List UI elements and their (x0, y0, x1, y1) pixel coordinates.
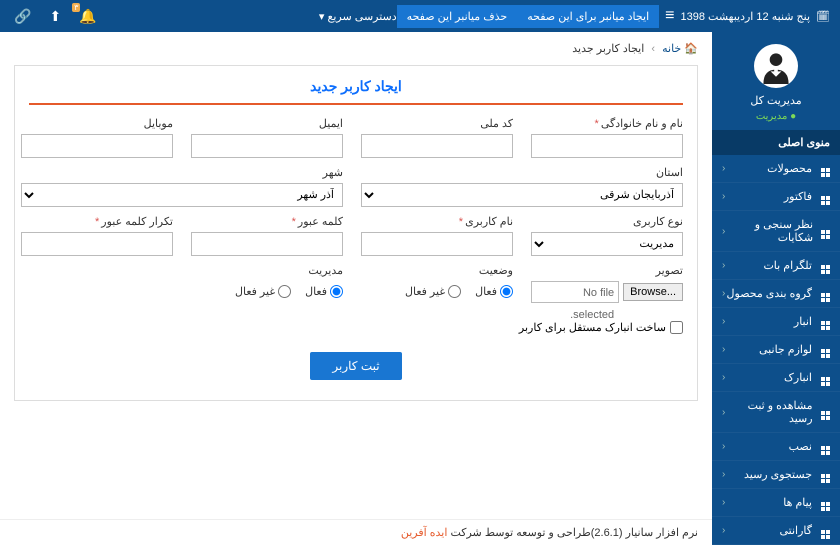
mgmt-inactive[interactable]: غیر فعال (235, 285, 291, 298)
breadcrumb-current: ایجاد کاربر جدید (572, 43, 644, 55)
main-content: 🏠 خانه › ایجاد کاربر جدید ایجاد کاربر جد… (0, 32, 712, 545)
chevron-left-icon: ‹ (722, 497, 725, 508)
label-national-code: کد ملی (361, 117, 513, 130)
label-username: نام کاربری* (361, 215, 513, 228)
label-password-repeat: تکرار کلمه عبور* (21, 215, 173, 228)
chevron-left-icon: ‹ (722, 163, 725, 174)
label-mobile: موبایل (21, 117, 173, 130)
label-province: استان (361, 166, 683, 179)
user-status: مدیریت (712, 111, 840, 122)
province-select[interactable]: آذربایجان شرقی (361, 183, 683, 207)
chevron-left-icon: ‹ (722, 344, 725, 355)
chevron-left-icon: ‹ (722, 441, 725, 452)
chevron-left-icon: ‹ (722, 226, 725, 237)
chevron-left-icon: ‹ (722, 469, 725, 480)
sidebar-item-12[interactable]: گارانتی‹ (712, 517, 840, 545)
grid-icon (819, 406, 830, 418)
username-input[interactable] (361, 232, 513, 256)
mgmt-active[interactable]: فعال (305, 285, 343, 298)
mobile-input[interactable] (21, 134, 173, 158)
label-city: شهر (21, 166, 343, 179)
email-input[interactable] (191, 134, 343, 158)
sidebar-item-1[interactable]: فاکتور‹ (712, 183, 840, 211)
label-fullname: نام و نام خانوادگی* (531, 117, 683, 130)
grid-icon (819, 225, 830, 237)
warehouse-label: ساخت انبارک مستقل برای کاربر (519, 321, 666, 334)
sidebar-item-3[interactable]: تلگرام بات‹ (712, 252, 840, 280)
national-code-input[interactable] (361, 134, 513, 158)
grid-icon (818, 525, 830, 537)
chevron-down-icon: ▾ (319, 11, 325, 23)
sidebar-item-7[interactable]: انبارک‹ (712, 364, 840, 392)
warehouse-checkbox[interactable] (670, 321, 683, 334)
page-title: ایجاد کاربر جدید (29, 70, 683, 103)
label-image: تصویر (531, 264, 683, 277)
label-password: کلمه عبور* (191, 215, 343, 228)
chevron-left-icon: ‹ (722, 288, 725, 299)
sidebar-item-4[interactable]: گروه بندی محصول‹ (712, 280, 840, 308)
grid-icon (818, 372, 830, 384)
sidebar-item-6[interactable]: لوازم جانبی‹ (712, 336, 840, 364)
upload-icon[interactable]: ⬆ (45, 6, 65, 27)
chevron-left-icon: ‹ (722, 372, 725, 383)
sidebar-item-5[interactable]: انبار‹ (712, 308, 840, 336)
quick-access-link[interactable]: دسترسی سریع ▾ (319, 10, 397, 23)
status-inactive[interactable]: غیر فعال (405, 285, 461, 298)
label-email: ایمیل (191, 117, 343, 130)
label-status: وضعیت (361, 264, 513, 277)
password-repeat-input[interactable] (21, 232, 173, 256)
grid-icon (818, 497, 830, 509)
create-shortcut-button[interactable]: ایجاد میانبر برای این صفحه (517, 5, 659, 28)
delete-shortcut-button[interactable]: حذف میانبر این صفحه (397, 5, 518, 28)
chevron-left-icon: ‹ (722, 316, 725, 327)
file-selected-text: No file selected. (531, 281, 619, 303)
sidebar: مدیریت کل مدیریت منوی اصلی محصولات‹فاکتو… (712, 32, 840, 545)
home-icon: 🏠 (684, 43, 698, 55)
fullname-input[interactable] (531, 134, 683, 158)
grid-icon (818, 260, 830, 272)
grid-icon (818, 191, 830, 203)
breadcrumb-home[interactable]: خانه (662, 43, 681, 55)
browse-button[interactable]: ...Browse (623, 283, 683, 301)
menu-header: منوی اصلی (712, 130, 840, 155)
grid-icon (818, 288, 830, 300)
chevron-left-icon: ‹ (722, 260, 725, 271)
submit-button[interactable]: ثبت کاربر (310, 352, 401, 380)
label-management: مدیریت (191, 264, 343, 277)
notification-icon[interactable]: 🔔۳ (75, 6, 100, 27)
grid-icon (818, 316, 830, 328)
password-input[interactable] (191, 232, 343, 256)
sidebar-item-9[interactable]: نصب‹ (712, 433, 840, 461)
chevron-left-icon: ‹ (722, 525, 725, 536)
grid-icon (818, 344, 830, 356)
sidebar-item-11[interactable]: پیام ها‹ (712, 489, 840, 517)
grid-icon (818, 163, 830, 175)
chevron-left-icon: ‹ (722, 191, 725, 202)
user-type-select[interactable]: مدیریت (531, 232, 683, 256)
chevron-left-icon: ‹ (722, 407, 725, 418)
sidebar-item-0[interactable]: محصولات‹ (712, 155, 840, 183)
status-active[interactable]: فعال (475, 285, 513, 298)
sidebar-item-10[interactable]: جستجوی رسید‹ (712, 461, 840, 489)
share-icon[interactable]: 🔗 (10, 6, 35, 27)
sidebar-item-2[interactable]: نظر سنجی و شکایات‹ (712, 211, 840, 252)
user-role: مدیریت کل (712, 94, 840, 107)
label-user-type: نوع کاربری (531, 215, 683, 228)
breadcrumb: 🏠 خانه › ایجاد کاربر جدید (0, 32, 712, 65)
avatar (754, 44, 798, 88)
date-text: پنج شنبه 12 اردیبهشت 1398 (680, 10, 810, 23)
calendar-icon: 🗓 (816, 10, 830, 23)
grid-icon (818, 469, 830, 481)
menu-toggle[interactable]: ≡ (659, 7, 680, 25)
grid-icon (818, 441, 830, 453)
footer: نرم افزار سانیار (2.6.1)طراحی و توسعه تو… (0, 519, 712, 545)
city-select[interactable]: آذر شهر (21, 183, 343, 207)
sidebar-item-8[interactable]: مشاهده و ثبت رسید‹ (712, 392, 840, 433)
